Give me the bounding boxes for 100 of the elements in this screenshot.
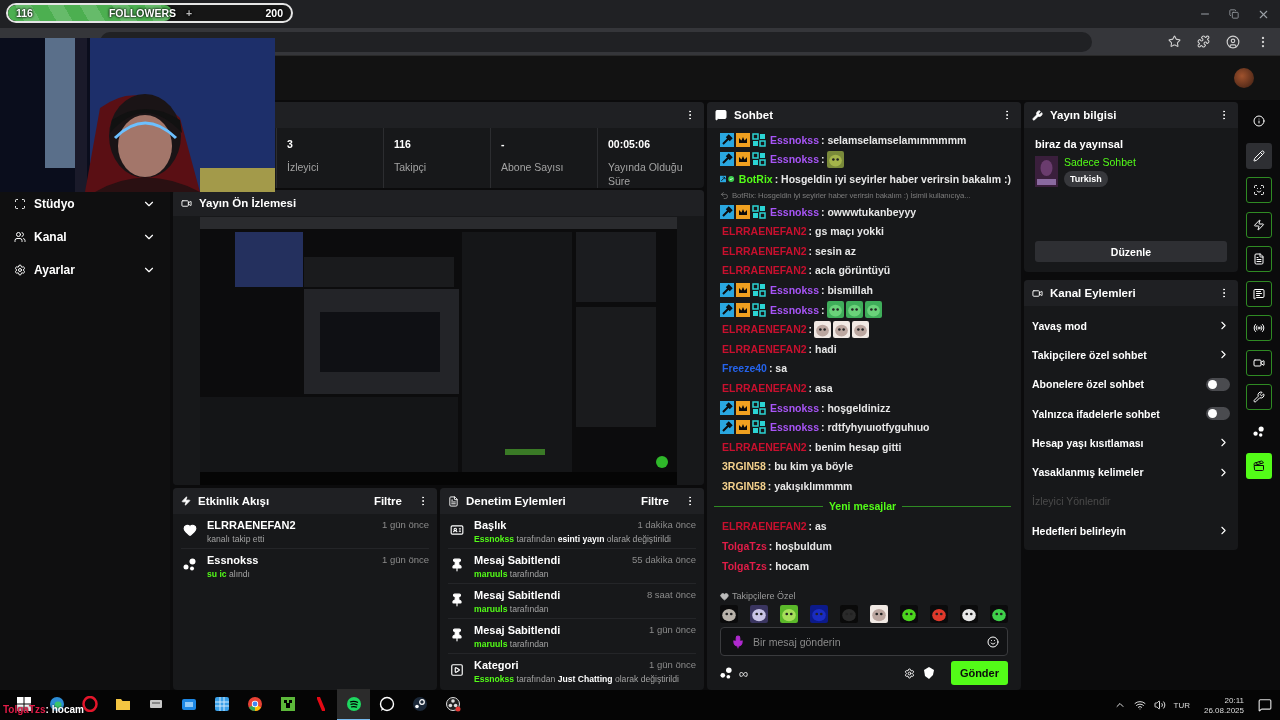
emoji-icon[interactable] (987, 635, 999, 648)
language-indicator[interactable]: TUR (1173, 700, 1190, 710)
notifications-icon[interactable] (1258, 698, 1272, 712)
sidebar-tool-button[interactable] (1245, 211, 1272, 238)
stat-label: Takipçi (394, 161, 428, 175)
chat-username[interactable]: Essnokss (770, 205, 820, 218)
stat-label: Abone Sayısı (501, 161, 565, 175)
sidebar-tool-button[interactable] (1245, 177, 1272, 203)
action-name: Başlık (474, 519, 507, 531)
chat-icon (1252, 287, 1265, 300)
hammer-badge-icon (720, 302, 734, 317)
language-tag: Turkish (1064, 171, 1108, 187)
filter-button[interactable]: Filtre (632, 495, 677, 507)
event-time: 1 gün önce (382, 554, 429, 566)
chat-username[interactable]: Essnokss (770, 401, 820, 414)
stat-value: 3 (287, 138, 294, 150)
chat-message: : rdtfyhyıuıotfyguhıuo (821, 421, 930, 434)
toggle-switch[interactable] (1206, 377, 1230, 391)
chat-username[interactable]: Essnokss (770, 283, 820, 296)
goal-plus: + (186, 7, 194, 19)
lightning-icon (1252, 218, 1265, 231)
folder-icon (114, 696, 131, 712)
channel-action[interactable]: Yalnızca ifadelerle sohbet (1024, 398, 1238, 429)
settings-icon (14, 263, 26, 276)
emote-icon (845, 301, 863, 319)
action-time: 1 dakika önce (637, 519, 696, 531)
sidebar-tool-button[interactable] (1245, 142, 1272, 169)
network-icon[interactable] (1133, 699, 1146, 711)
emote-icon (930, 605, 948, 623)
message-field[interactable]: Bir mesaj gönderin (720, 627, 1008, 656)
volume-icon[interactable] (1153, 699, 1166, 711)
restore-icon[interactable] (1229, 9, 1239, 19)
sidebar-tool-button[interactable] (1245, 349, 1272, 376)
category-link[interactable]: Sadece Sohbet (1064, 156, 1136, 168)
channel-action[interactable]: Yasaklanmış kelimeler (1024, 457, 1238, 487)
chat-username[interactable]: Essnokss (770, 153, 820, 166)
emote-icon (852, 320, 870, 338)
channel-action[interactable]: Yavaş mod (1024, 311, 1238, 341)
chat-message: : hocam (768, 559, 809, 572)
action-name: Kategori (474, 659, 519, 671)
sidebar-tool-button[interactable] (1245, 315, 1272, 341)
pin-icon (450, 628, 464, 642)
channel-action[interactable]: Abonelere özel sohbet (1024, 369, 1238, 399)
action-name: Mesaj Sabitlendi (474, 554, 561, 566)
sidebar-tool-button[interactable] (1245, 246, 1272, 272)
og-badge-icon (752, 420, 766, 435)
channel-action[interactable]: Takipçilere özel sohbet (1024, 340, 1238, 370)
crown-badge-icon (736, 420, 750, 435)
chat-message: : benim hesap gitti (808, 440, 902, 453)
settings-icon[interactable] (903, 667, 915, 679)
send-button[interactable]: Gönder (950, 661, 1008, 685)
studio-icon (14, 197, 26, 210)
stat-value: 00:05:06 (608, 138, 652, 150)
action-detail: maruuls tarafından (474, 569, 550, 580)
taskbar-app[interactable] (337, 689, 370, 720)
microphone-icon (731, 634, 745, 649)
profile-icon[interactable] (1226, 34, 1240, 49)
panel-title: Sohbet (734, 109, 774, 121)
creeper-icon (279, 696, 296, 712)
bookmark-star-icon[interactable] (1168, 35, 1181, 48)
panel-title: Yayın bilgisi (1050, 109, 1118, 121)
chat-username[interactable]: 3RGIN58 (722, 460, 766, 473)
sidebar-item[interactable]: Ayarlar (0, 256, 170, 283)
pencil-icon (1252, 149, 1265, 162)
lightning-icon (181, 496, 191, 506)
chat-username[interactable]: BotRix (738, 173, 773, 185)
stream-title: biraz da yayınsal (1035, 138, 1125, 150)
emote-icon (900, 605, 918, 623)
new-messages-divider: Yeni mesajlar (828, 500, 897, 513)
avatar[interactable] (1234, 68, 1254, 88)
channel-action[interactable]: Hedefleri belirleyin (1024, 516, 1238, 546)
channel-action[interactable]: Hesap yaşı kısıtlaması (1024, 428, 1238, 458)
sidebar-tool-button[interactable] (1245, 280, 1272, 307)
chat-username[interactable]: TolgaTzs (722, 559, 767, 572)
sidebar-tool-button[interactable] (1245, 453, 1272, 479)
og-badge-icon (752, 400, 766, 415)
hammer-badge-icon (720, 132, 734, 147)
event-name: ELRRAENEFAN2 (207, 519, 296, 531)
clapperboard-icon (1252, 460, 1265, 472)
chat-message: : gs maçı yokki (808, 225, 884, 238)
event-detail: kanalı takip etti (207, 534, 266, 545)
chat-username[interactable]: TolgaTzs (722, 540, 767, 553)
edit-button[interactable]: Düzenle (1035, 241, 1227, 262)
message-input[interactable]: Bir mesaj gönderin (753, 635, 979, 648)
og-badge-icon (752, 302, 766, 317)
app-icon (213, 696, 230, 712)
emote-icon (780, 605, 798, 623)
chat-username[interactable]: Essnokss (770, 303, 820, 316)
reply-icon (720, 190, 729, 200)
filter-button[interactable]: Filtre (365, 495, 410, 507)
action-time: 8 saat önce (646, 589, 696, 601)
sidebar-item[interactable]: Stüdyo (0, 190, 170, 217)
chat-username[interactable]: 3RGIN58 (722, 479, 766, 492)
clock[interactable]: 20:11 26.08.2025 (1203, 695, 1244, 715)
chat-username[interactable]: Essnokss (770, 133, 820, 146)
sidebar-item[interactable]: Kanal (0, 223, 170, 250)
toggle-switch[interactable] (1206, 407, 1230, 421)
sidebar-tool-button[interactable] (1245, 384, 1272, 410)
chat-username[interactable]: Essnokss (770, 421, 820, 434)
extensions-icon[interactable] (1197, 35, 1210, 48)
